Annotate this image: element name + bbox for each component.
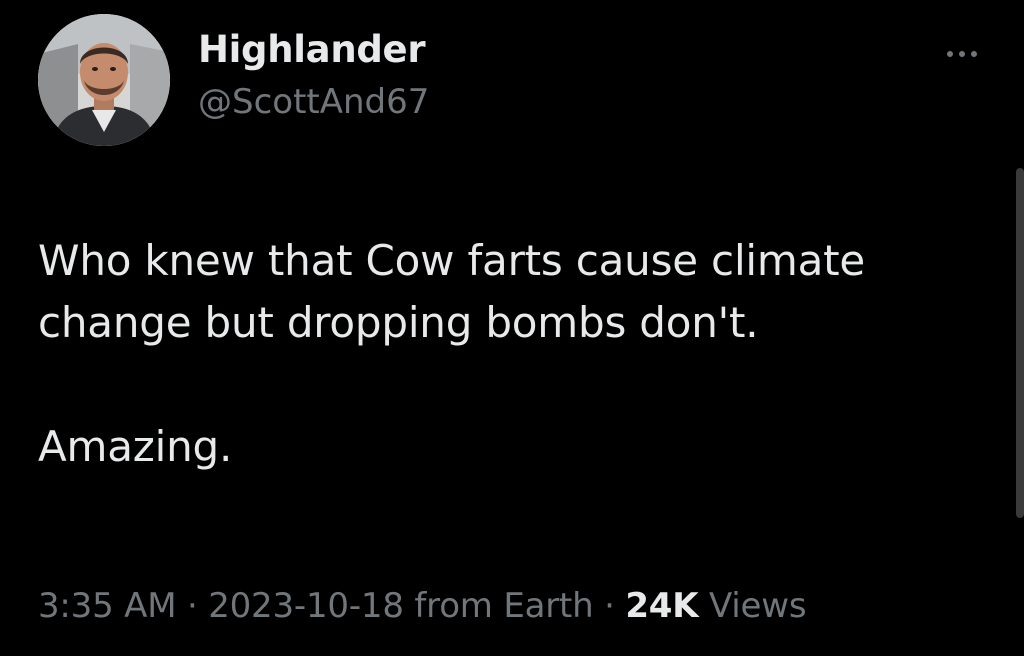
tweet-text: Who knew that Cow farts cause climate ch… (38, 230, 998, 478)
more-horizontal-icon (947, 51, 953, 57)
author-handle[interactable]: @ScottAnd67 (198, 82, 429, 122)
tweet-metadata: 3:35 AM · 2023-10-18 from Earth · 24K Vi… (38, 586, 807, 626)
tweet-source: from Earth (414, 586, 594, 626)
tweet-card: Highlander @ScottAnd67 Who knew that Cow… (0, 0, 1024, 656)
more-options-button[interactable] (934, 40, 990, 68)
more-horizontal-icon (959, 51, 965, 57)
tweet-date[interactable]: 2023-10-18 (208, 586, 404, 626)
more-horizontal-icon (971, 51, 977, 57)
scrollbar[interactable] (1016, 168, 1024, 518)
tweet-text-line: Amazing. (38, 422, 233, 471)
tweet-text-line: Who knew that Cow farts cause climate (38, 236, 866, 285)
views-label[interactable]: Views (709, 586, 807, 626)
user-avatar-photo-icon (38, 14, 170, 146)
paragraph-break (38, 354, 998, 416)
meta-separator: · (604, 586, 615, 626)
tweet-time[interactable]: 3:35 AM (38, 586, 177, 626)
author-display-name[interactable]: Highlander (198, 28, 426, 71)
tweet-text-line: change but dropping bombs don't. (38, 298, 759, 347)
views-count[interactable]: 24K (625, 586, 698, 626)
meta-separator: · (186, 586, 198, 626)
avatar[interactable] (38, 14, 170, 146)
